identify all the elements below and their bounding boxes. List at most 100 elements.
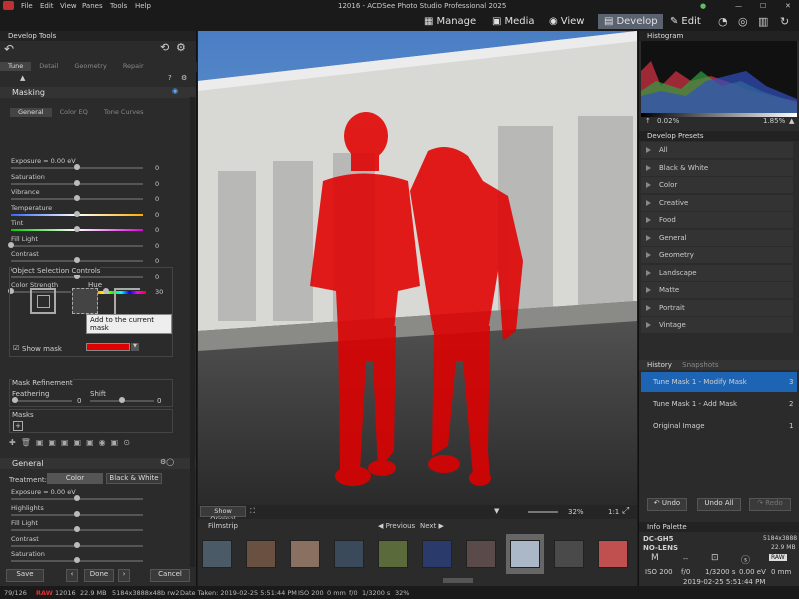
tab-repair[interactable]: Repair xyxy=(115,62,152,71)
tab-geometry[interactable]: Geometry xyxy=(66,62,114,71)
dashboard-icon[interactable]: ◔ xyxy=(718,15,728,28)
thumbnail[interactable] xyxy=(462,534,500,574)
help-icon[interactable]: ? xyxy=(168,74,172,82)
thumbnail[interactable] xyxy=(374,534,412,574)
tab-history[interactable]: History xyxy=(647,361,672,369)
thumbnail[interactable] xyxy=(506,534,544,574)
adjust-slider[interactable] xyxy=(11,226,143,232)
thumbnail[interactable] xyxy=(594,534,632,574)
select-object-button[interactable] xyxy=(30,288,56,314)
tab-detail[interactable]: Detail xyxy=(31,62,66,71)
ratio-button[interactable]: 1:1 xyxy=(608,508,619,516)
mode-manage[interactable]: ▦ Manage xyxy=(424,14,476,29)
adjust-slider[interactable] xyxy=(11,257,143,263)
subtab-tone-curves[interactable]: Tone Curves xyxy=(96,108,152,117)
redo-button[interactable]: ↷ Redo xyxy=(749,498,791,511)
settings-icon[interactable]: ⚙ xyxy=(176,41,186,54)
account-icon[interactable]: ● xyxy=(700,2,706,10)
thumbnail[interactable] xyxy=(286,534,324,574)
preset-item[interactable]: Color xyxy=(641,177,793,193)
preset-item[interactable]: General xyxy=(641,229,793,246)
preset-item[interactable]: Creative xyxy=(641,194,793,211)
thumbnail[interactable] xyxy=(418,534,456,574)
image-viewer[interactable] xyxy=(198,31,637,505)
mask-color-dropdown[interactable]: ▼ xyxy=(131,343,139,351)
subtab-color-eq[interactable]: Color EQ xyxy=(52,108,96,117)
thumbnail[interactable] xyxy=(330,534,368,574)
preset-item[interactable]: All xyxy=(641,142,793,158)
fullscreen-icon[interactable]: ⛶ xyxy=(250,507,255,516)
shift-slider[interactable] xyxy=(90,397,154,403)
mode-media[interactable]: ▣ Media xyxy=(492,14,535,29)
show-mask-checkbox[interactable]: ☑ xyxy=(13,344,19,352)
preset-icon[interactable]: ⚙ xyxy=(181,74,187,82)
undo-all-button[interactable]: Undo All xyxy=(697,498,741,511)
next-image-button[interactable]: › xyxy=(118,569,130,582)
menu-help[interactable]: Help xyxy=(135,2,151,10)
close-window-button[interactable]: ✕ xyxy=(785,2,791,10)
fit-icon[interactable]: ⤢ xyxy=(622,506,629,516)
general-slider[interactable] xyxy=(11,510,143,517)
general-slider[interactable] xyxy=(11,495,143,501)
mode-view[interactable]: ◉ View xyxy=(549,14,584,29)
mask-color-swatch[interactable] xyxy=(86,343,130,351)
preset-item[interactable]: Matte xyxy=(641,282,793,298)
treatment-color-button[interactable]: Color xyxy=(47,473,103,484)
menu-view[interactable]: View xyxy=(60,2,77,10)
thumbnail[interactable] xyxy=(198,534,236,574)
add-mask-button[interactable]: + xyxy=(13,421,23,431)
menu-panes[interactable]: Panes xyxy=(82,2,103,10)
add-to-mask-button[interactable] xyxy=(72,288,98,314)
left-scrollbar[interactable] xyxy=(190,97,195,567)
clip-highlight-icon[interactable]: ▲ xyxy=(789,117,794,125)
preset-item[interactable]: Food xyxy=(641,212,793,228)
general-settings-icon[interactable]: ⚙◯ xyxy=(160,458,174,466)
stats-icon[interactable]: ▥ xyxy=(758,15,768,28)
360-icon[interactable]: ◎ xyxy=(738,15,748,28)
done-button[interactable]: Done xyxy=(84,569,114,582)
tab-snapshots[interactable]: Snapshots xyxy=(682,361,718,369)
mask-toolbar[interactable]: ✚🗑▣▣▣▣▣◉▣⊙ xyxy=(9,438,169,448)
subtab-general[interactable]: General xyxy=(10,108,52,117)
mode-edit[interactable]: ✎ Edit xyxy=(670,14,701,29)
history-item[interactable]: Tune Mask 1 - Add Mask 2 xyxy=(641,394,797,414)
maximize-button[interactable]: ☐ xyxy=(760,2,766,10)
filmstrip-scrollbar[interactable] xyxy=(443,578,473,583)
preset-item[interactable]: Geometry xyxy=(641,247,793,263)
history-item[interactable]: Tune Mask 1 - Modify Mask 3 xyxy=(641,372,797,392)
zoom-slider[interactable] xyxy=(528,511,558,513)
reset-icon[interactable]: ⟲ xyxy=(160,41,169,54)
treatment-bw-button[interactable]: Black & White xyxy=(106,473,162,484)
menu-file[interactable]: File xyxy=(21,2,33,10)
general-slider[interactable] xyxy=(11,557,143,563)
masking-toggle-icon[interactable]: ◉ xyxy=(172,87,178,95)
preset-item[interactable]: Vintage xyxy=(641,317,793,333)
adjust-slider[interactable] xyxy=(11,164,143,170)
subtract-from-mask-button[interactable] xyxy=(114,288,140,314)
menu-edit[interactable]: Edit xyxy=(40,2,54,10)
tab-tune[interactable]: Tune xyxy=(0,62,32,71)
undo-arrow-icon[interactable]: ↶ xyxy=(4,42,14,56)
thumbnail[interactable] xyxy=(550,534,588,574)
filmstrip-previous[interactable]: ◀ Previous xyxy=(378,522,415,530)
clip-shadow-icon[interactable]: ↑ xyxy=(645,117,651,125)
menu-tools[interactable]: Tools xyxy=(110,2,127,10)
cancel-button[interactable]: Cancel xyxy=(150,569,190,582)
mode-develop[interactable]: ▤ Develop xyxy=(598,14,663,29)
sync-icon[interactable]: ↻ xyxy=(780,15,789,28)
adjust-slider[interactable] xyxy=(11,195,143,201)
general-slider[interactable] xyxy=(11,541,143,548)
masking-header[interactable]: Masking xyxy=(0,87,196,98)
preset-item[interactable]: Black & White xyxy=(641,159,793,176)
adjust-slider[interactable] xyxy=(8,241,143,248)
preset-item[interactable]: Portrait xyxy=(641,299,793,316)
show-original-button[interactable]: Show Original xyxy=(200,506,246,523)
filmstrip-next[interactable]: Next ▶ xyxy=(420,522,444,530)
undo-button[interactable]: ↶ Undo xyxy=(647,498,687,511)
adjust-slider[interactable] xyxy=(11,179,143,186)
preset-item[interactable]: Landscape xyxy=(641,264,793,281)
thumbnail[interactable] xyxy=(242,534,280,574)
history-item[interactable]: Original Image 1 xyxy=(641,416,797,436)
adjust-slider[interactable] xyxy=(11,210,143,217)
general-slider[interactable] xyxy=(11,526,143,532)
